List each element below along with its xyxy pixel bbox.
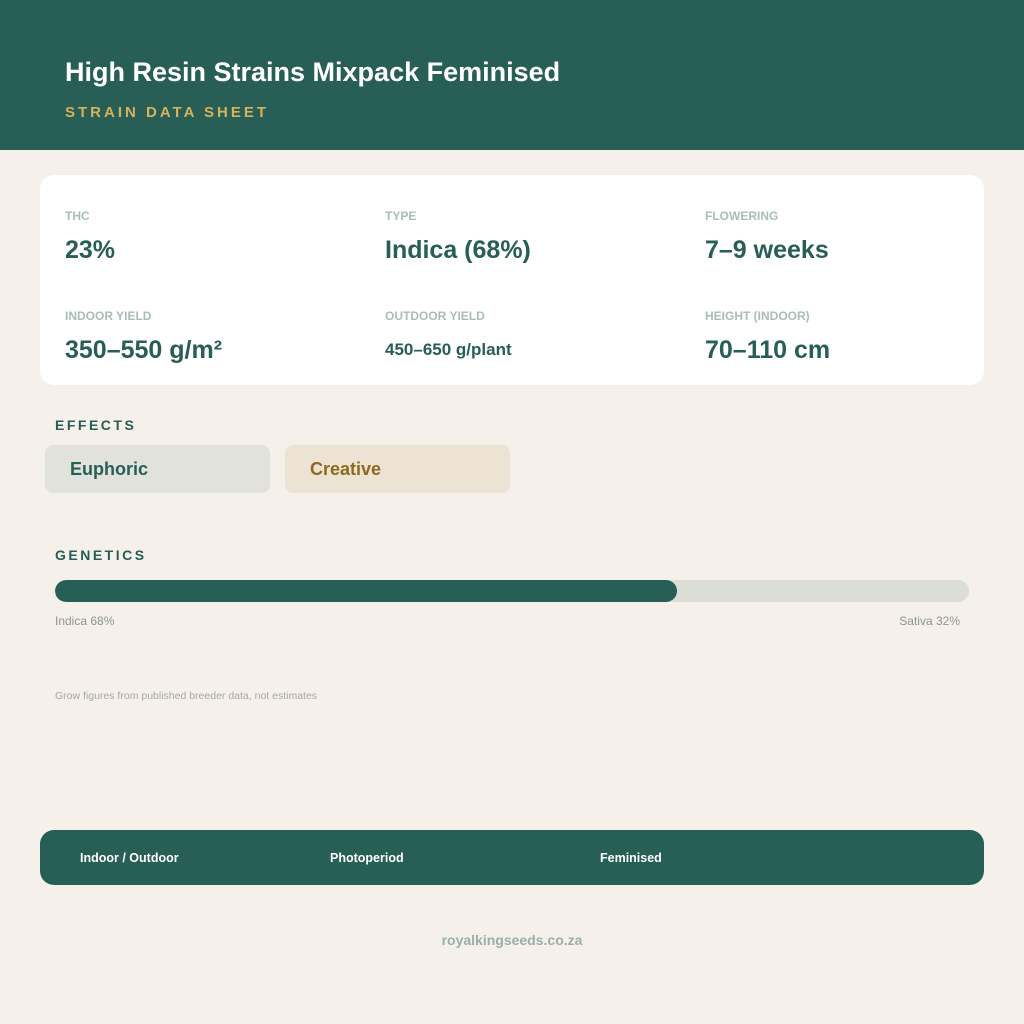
footer-item-photoperiod: Photoperiod: [330, 851, 404, 865]
stat-value: 350–550 g/m²: [65, 336, 223, 364]
stat-value: 7–9 weeks: [705, 236, 829, 264]
effect-tag-creative: Creative: [285, 445, 510, 493]
stat-value: 450–650 g/plant: [385, 340, 512, 359]
stat-height-indoor: HEIGHT (INDOOR) 70–110 cm: [705, 309, 1005, 365]
stat-thc: THC 23%: [65, 209, 365, 265]
stat-value: 23%: [65, 236, 116, 264]
stat-label: THC: [65, 209, 90, 223]
stat-value: 70–110 cm: [705, 336, 831, 364]
stat-value: Indica (68%): [385, 236, 531, 264]
footer-bar: Indoor / Outdoor Photoperiod Feminised: [40, 830, 984, 885]
genetics-indica-fill: [55, 580, 677, 602]
stat-flowering: FLOWERING 7–9 weeks: [705, 209, 1005, 265]
stat-type: TYPE Indica (68%): [385, 209, 685, 265]
website-link[interactable]: royalkingseeds.co.za: [0, 932, 1024, 948]
footer-item-environment: Indoor / Outdoor: [80, 851, 179, 865]
stat-label: INDOOR YIELD: [65, 309, 152, 323]
effect-tag-euphoric: Euphoric: [45, 445, 270, 493]
genetics-sativa-label: Sativa 32%: [899, 614, 960, 628]
footer-item-feminised: Feminised: [600, 851, 662, 865]
stat-label: TYPE: [385, 209, 417, 223]
page-title: High Resin Strains Mixpack Feminised: [65, 57, 561, 87]
stat-outdoor-yield: OUTDOOR YIELD 450–650 g/plant: [385, 309, 685, 361]
page-subtitle: STRAIN DATA SHEET: [65, 104, 270, 121]
effects-heading: EFFECTS: [55, 417, 137, 433]
genetics-indica-label: Indica 68%: [55, 614, 115, 628]
data-source-note: Grow figures from published breeder data…: [55, 690, 318, 702]
genetics-bar: [55, 580, 969, 602]
stats-card: THC 23% TYPE Indica (68%) FLOWERING 7–9 …: [40, 175, 984, 385]
genetics-heading: GENETICS: [55, 547, 147, 563]
stat-indoor-yield: INDOOR YIELD 350–550 g/m²: [65, 309, 365, 365]
stat-label: FLOWERING: [705, 209, 779, 223]
stat-label: HEIGHT (INDOOR): [705, 309, 810, 323]
header-banner: High Resin Strains Mixpack Feminised STR…: [0, 0, 1024, 150]
stat-label: OUTDOOR YIELD: [385, 309, 485, 323]
